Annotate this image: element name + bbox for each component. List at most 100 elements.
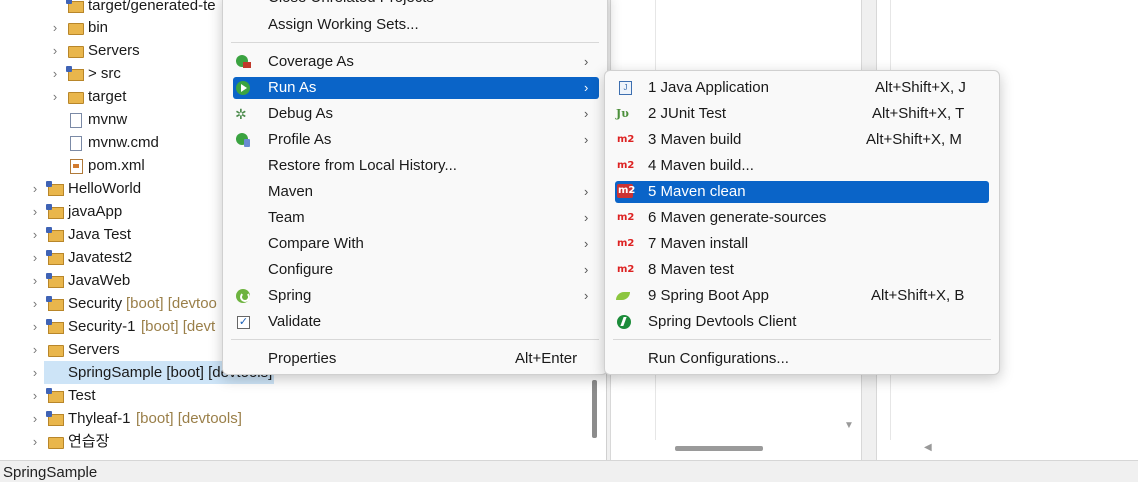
menu-item-compare-with[interactable]: Compare With › [231, 233, 597, 255]
tree-item-label: Security [68, 295, 123, 312]
menu-item-properties[interactable]: Properties Alt+Enter [231, 348, 597, 370]
vertical-scrollbar[interactable] [592, 380, 597, 438]
menu-item-spring[interactable]: Spring › [231, 285, 597, 307]
chevron-right-icon[interactable]: › [49, 85, 61, 108]
chevron-right-icon[interactable]: › [29, 292, 41, 315]
menu-item-assign-working-sets[interactable]: Assign Working Sets... [231, 14, 597, 36]
menu-item-maven[interactable]: Maven › [231, 181, 597, 203]
menu-item-shortcut: Alt+Shift+X, T [872, 105, 965, 122]
chevron-right-icon[interactable]: › [29, 384, 41, 407]
menu-item-validate[interactable]: ✓ Validate [231, 311, 597, 333]
chevron-right-icon[interactable]: › [29, 338, 41, 361]
submenu-item-maven-build-dialog[interactable]: m2 4 Maven build... [613, 155, 989, 177]
chevron-right-icon: › [584, 132, 589, 147]
chevron-right-icon[interactable]: › [49, 62, 61, 85]
chevron-right-icon[interactable]: › [29, 177, 41, 200]
menu-item-run-as[interactable]: Run As › [233, 77, 599, 99]
chevron-right-icon: › [584, 288, 589, 303]
profile-icon [235, 132, 251, 148]
tree-item-decoration: [boot] [devtoo [126, 295, 217, 312]
submenu-item-spring-boot-app[interactable]: 9 Spring Boot App Alt+Shift+X, B [613, 285, 989, 307]
tree-item-test[interactable]: › Test [0, 384, 600, 407]
tree-item-label: pom.xml [88, 157, 145, 174]
run-as-submenu: J 1 Java Application Alt+Shift+X, J Jυ 2… [604, 70, 1000, 375]
submenu-item-run-configurations[interactable]: Run Configurations... [613, 348, 989, 370]
horizontal-scrollbar[interactable] [675, 446, 763, 451]
chevron-right-icon[interactable]: › [49, 16, 61, 39]
chevron-right-icon: › [584, 236, 589, 251]
source-folder-icon [66, 66, 84, 81]
tree-item-label: Security-1 [68, 318, 136, 335]
tree-item-label: Servers [68, 341, 120, 358]
chevron-right-icon[interactable]: › [29, 430, 41, 453]
folder-icon [68, 21, 84, 35]
chevron-right-icon: › [584, 80, 589, 95]
project-icon [46, 273, 64, 288]
maven-icon: m2 [617, 238, 635, 249]
menu-item-close-unrelated-projects[interactable]: Close Unrelated Projects [231, 0, 597, 15]
submenu-item-junit-test[interactable]: Jυ 2 JUnit Test Alt+Shift+X, T [613, 103, 989, 125]
run-icon [235, 80, 251, 96]
chevron-right-icon[interactable]: › [29, 315, 41, 338]
project-icon [46, 388, 64, 403]
tree-item-label: JavaWeb [68, 272, 131, 289]
tree-item-thyleaf-1[interactable]: › Thyleaf-1 [boot] [devtools] [0, 407, 600, 430]
project-icon [46, 181, 64, 196]
chevron-right-icon[interactable]: › [29, 269, 41, 292]
scroll-down-arrow-icon[interactable]: ▼ [843, 420, 855, 432]
submenu-item-maven-test[interactable]: m2 8 Maven test [613, 259, 989, 281]
devtools-icon [616, 314, 632, 330]
tree-item-label: Thyleaf-1 [68, 410, 131, 427]
tree-item-label: javaApp [68, 203, 123, 220]
menu-item-coverage-as[interactable]: Coverage As › [231, 51, 597, 73]
chevron-right-icon: › [584, 184, 589, 199]
maven-icon: m2 [617, 264, 635, 275]
scroll-left-arrow-icon[interactable]: ◀ [924, 441, 936, 455]
chevron-right-icon[interactable]: › [29, 407, 41, 430]
chevron-right-icon[interactable]: › [29, 200, 41, 223]
folder-icon [48, 435, 64, 449]
checkbox-icon: ✓ [237, 316, 250, 329]
submenu-item-spring-devtools-client[interactable]: Spring Devtools Client [613, 311, 989, 333]
chevron-right-icon[interactable]: › [29, 361, 41, 384]
project-icon [46, 411, 64, 426]
tree-item-label: Javatest2 [68, 249, 133, 266]
chevron-right-icon[interactable]: › [49, 39, 61, 62]
chevron-right-icon[interactable]: › [29, 246, 41, 269]
tree-item-practice[interactable]: › 연습장 [0, 430, 600, 453]
submenu-item-maven-build[interactable]: m2 3 Maven build Alt+Shift+X, M [613, 129, 989, 151]
submenu-item-maven-clean[interactable]: m2 5 Maven clean [615, 181, 989, 203]
chevron-right-icon[interactable]: › [29, 223, 41, 246]
tree-item-label: Java Test [68, 226, 132, 243]
tree-item-label: target/generated-te [88, 0, 216, 14]
tree-item-label: > src [88, 65, 121, 82]
submenu-item-maven-install[interactable]: m2 7 Maven install [613, 233, 989, 255]
submenu-item-java-application[interactable]: J 1 Java Application Alt+Shift+X, J [613, 77, 989, 99]
coverage-icon [235, 54, 251, 70]
junit-icon: Jυ [616, 107, 629, 120]
menu-item-profile-as[interactable]: Profile As › [231, 129, 597, 151]
chevron-right-icon: › [584, 262, 589, 277]
submenu-item-maven-generate-sources[interactable]: m2 6 Maven generate-sources [613, 207, 989, 229]
menu-item-restore-local-history[interactable]: Restore from Local History... [231, 155, 597, 177]
file-icon [68, 113, 84, 128]
status-bar: SpringSample [0, 460, 1138, 482]
java-application-icon: J [617, 80, 633, 96]
context-menu: Close Unrelated Projects Assign Working … [222, 0, 608, 375]
chevron-right-icon: › [584, 106, 589, 121]
folder-icon [68, 44, 84, 58]
project-icon [46, 204, 64, 219]
folder-icon [48, 343, 64, 357]
folder-icon [68, 90, 84, 104]
tree-item-label: bin [88, 19, 109, 36]
menu-item-configure[interactable]: Configure › [231, 259, 597, 281]
xml-file-icon [68, 159, 84, 174]
spring-icon [235, 288, 251, 304]
menu-item-shortcut: Alt+Shift+X, B [871, 287, 965, 304]
tree-item-label: mvnw.cmd [88, 134, 159, 151]
tree-item-label: target [88, 88, 127, 105]
menu-item-debug-as[interactable]: ✲ Debug As › [231, 103, 597, 125]
tree-item-decoration: [boot] [devtools] [136, 410, 242, 427]
maven-icon: m2 [617, 184, 636, 198]
menu-item-team[interactable]: Team › [231, 207, 597, 229]
